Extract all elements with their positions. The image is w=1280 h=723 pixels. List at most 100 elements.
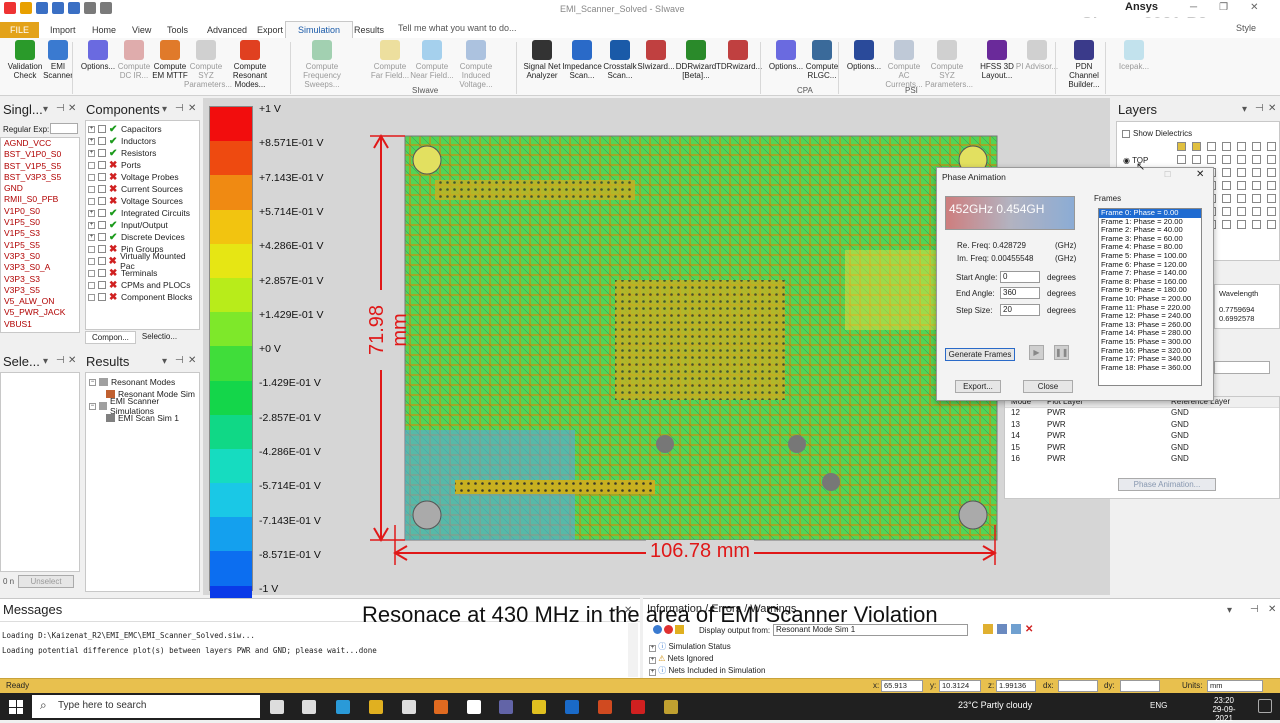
net-list-item[interactable]: V1P0_S0: [1, 206, 79, 217]
layer-visibility-checkbox[interactable]: [1177, 142, 1186, 151]
powerpoint-icon[interactable]: [598, 700, 612, 714]
frame-item[interactable]: Frame 18: Phase = 360.00: [1099, 363, 1201, 373]
layer-visibility-checkbox[interactable]: [1237, 168, 1246, 177]
chevron-down-icon[interactable]: ▾: [43, 356, 48, 367]
close-icon[interactable]: ✕: [188, 355, 196, 366]
layer-visibility-checkbox[interactable]: [1237, 155, 1246, 164]
chevron-down-icon[interactable]: ▾: [1227, 605, 1232, 616]
layer-visibility-checkbox[interactable]: [1222, 142, 1231, 151]
expand-icon[interactable]: [88, 173, 95, 181]
net-list-item[interactable]: V3P3_S3: [1, 274, 79, 285]
layer-visibility-checkbox[interactable]: [1237, 194, 1246, 203]
table-row[interactable]: 14 PWR GND: [1005, 431, 1279, 442]
results-item-emi-scanner[interactable]: − EMI Scanner Simulations: [89, 396, 199, 416]
net-list-item[interactable]: V1P5_S5: [1, 240, 79, 251]
ribbon-button-23[interactable]: PI Advisor...: [1015, 40, 1059, 71]
component-checkbox[interactable]: [98, 137, 106, 145]
units-select[interactable]: mm: [1207, 680, 1263, 692]
component-item[interactable]: + ✔ Inductors: [88, 135, 199, 147]
save-as-icon[interactable]: [52, 2, 64, 14]
end-angle-input[interactable]: 360: [1000, 287, 1040, 299]
expand-icon[interactable]: [88, 257, 95, 265]
layer-visibility-checkbox[interactable]: [1237, 220, 1246, 229]
expand-icon[interactable]: [88, 245, 95, 253]
component-item[interactable]: ✖ Virtually Mounted Pac: [88, 251, 199, 271]
weather-text[interactable]: 23°C Partly cloudy: [958, 700, 1032, 710]
component-checkbox[interactable]: [98, 185, 106, 193]
layer-visibility-checkbox[interactable]: [1252, 220, 1261, 229]
language-indicator[interactable]: ENG: [1150, 701, 1167, 710]
open-icon[interactable]: [20, 2, 32, 14]
chevron-down-icon[interactable]: ▾: [1242, 104, 1247, 115]
layer-visibility-checkbox[interactable]: [1207, 142, 1216, 151]
layer-visibility-checkbox[interactable]: [1252, 194, 1261, 203]
component-checkbox[interactable]: [98, 197, 106, 205]
layer-visibility-checkbox[interactable]: [1267, 207, 1276, 216]
pin-icon[interactable]: ⊣: [56, 355, 65, 366]
ribbon-button-14[interactable]: SIwizard...: [634, 40, 678, 71]
ribbon-button-24[interactable]: PDN Channel Builder...: [1062, 40, 1106, 89]
component-checkbox[interactable]: [98, 245, 106, 253]
ribbon-button-15[interactable]: DDRwizard [Beta]...: [674, 40, 718, 80]
step-size-input[interactable]: 20: [1000, 304, 1040, 316]
close-icon[interactable]: ✕: [68, 355, 76, 366]
generate-frames-button[interactable]: Generate Frames: [945, 348, 1015, 361]
layer-visibility-checkbox[interactable]: [1267, 168, 1276, 177]
expand-icon[interactable]: [88, 269, 95, 277]
expand-icon[interactable]: +: [649, 657, 656, 664]
expand-icon[interactable]: +: [88, 221, 95, 229]
component-checkbox[interactable]: [98, 209, 106, 217]
layer-visibility-checkbox[interactable]: [1222, 207, 1231, 216]
ribbon-button-11[interactable]: Signal Net Analyzer: [520, 40, 564, 80]
expand-icon[interactable]: [88, 185, 95, 193]
close-button[interactable]: Close: [1023, 380, 1073, 393]
outlook-icon[interactable]: [565, 700, 579, 714]
net-list-item[interactable]: GND: [1, 183, 79, 194]
close-icon[interactable]: ✕: [188, 103, 196, 114]
expand-icon[interactable]: [88, 293, 95, 301]
component-item[interactable]: ✖ Ports: [88, 159, 199, 171]
chrome-icon[interactable]: [532, 700, 546, 714]
net-list-item[interactable]: V1P5_S3: [1, 228, 79, 239]
table-row[interactable]: 16 PWR GND: [1005, 454, 1279, 465]
ribbon-button-19[interactable]: Options...: [842, 40, 886, 71]
store-icon[interactable]: [402, 700, 416, 714]
net-list-item[interactable]: BST_V1P0_S0: [1, 149, 79, 160]
regex-input[interactable]: [50, 123, 78, 134]
pin-icon[interactable]: ⊣: [175, 103, 184, 114]
net-list-item[interactable]: AGND_VCC: [1, 138, 79, 149]
component-checkbox[interactable]: [98, 293, 106, 301]
clock[interactable]: 23:20 29-09-2021: [1206, 696, 1242, 723]
undo-icon[interactable]: [84, 2, 96, 14]
taskbar-search[interactable]: ⌕ Type here to search: [32, 695, 260, 718]
folder-icon[interactable]: [983, 624, 993, 634]
export-button[interactable]: Export...: [955, 380, 1001, 393]
layer-visibility-checkbox[interactable]: [1177, 155, 1186, 164]
layer-visibility-checkbox[interactable]: [1192, 142, 1201, 151]
layer-visibility-checkbox[interactable]: [1222, 155, 1231, 164]
ribbon-button-8[interactable]: Compute Far Field...: [368, 40, 412, 80]
net-list-item[interactable]: V3P3_S5: [1, 285, 79, 296]
component-checkbox[interactable]: [98, 281, 106, 289]
pin-icon[interactable]: ⊣: [1255, 103, 1264, 114]
notion-icon[interactable]: [467, 700, 481, 714]
ribbon-button-6[interactable]: Compute Resonant Modes...: [228, 40, 272, 89]
messages-scrollbar[interactable]: [628, 623, 638, 677]
tab-file[interactable]: FILE: [0, 22, 40, 38]
layer-visibility-checkbox[interactable]: [1267, 142, 1276, 151]
acrobat-icon[interactable]: [631, 700, 645, 714]
component-item[interactable]: ✖ Current Sources: [88, 183, 199, 195]
copy-icon[interactable]: [997, 624, 1007, 634]
minimize-icon[interactable]: ─: [1190, 2, 1197, 13]
tab-components[interactable]: Compon...: [85, 331, 136, 344]
component-checkbox[interactable]: [98, 125, 106, 133]
firefox-icon[interactable]: [434, 700, 448, 714]
expand-icon[interactable]: [88, 197, 95, 205]
ribbon-button-9[interactable]: Compute Near Field...: [410, 40, 454, 80]
component-item[interactable]: ✖ Voltage Probes: [88, 171, 199, 183]
phase-animation-button[interactable]: Phase Animation...: [1118, 478, 1216, 491]
tab-selection[interactable]: Selectio...: [136, 331, 183, 344]
show-dielectrics-toggle[interactable]: Show Dielectrics: [1122, 129, 1279, 138]
windows-start-icon[interactable]: [9, 700, 23, 714]
net-list-item[interactable]: V1P5_S0: [1, 217, 79, 228]
